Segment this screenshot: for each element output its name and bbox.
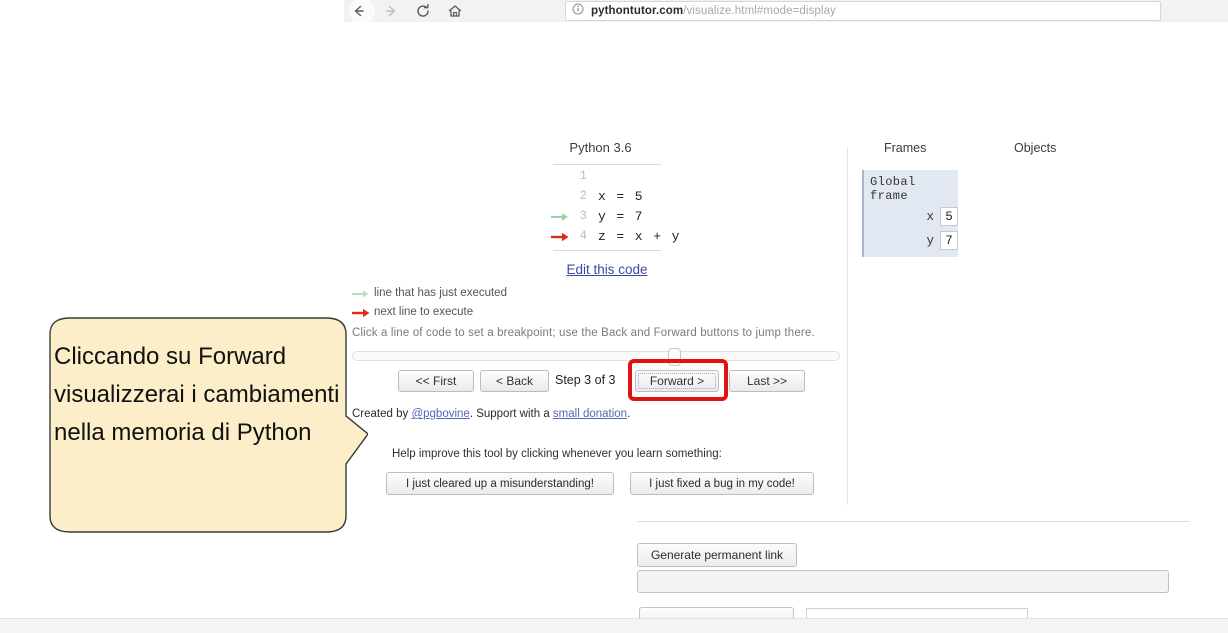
back-button[interactable]: < Back <box>480 370 549 392</box>
home-icon[interactable] <box>444 0 466 22</box>
donation-link[interactable]: small donation <box>553 408 627 420</box>
screenshot-root: pythontutor.com/visualize.html#mode=disp… <box>0 0 1228 633</box>
legend-label-executed: line that has just executed <box>374 287 507 299</box>
step-counter-label: Step 3 of 3 <box>555 373 616 387</box>
step-slider-track[interactable] <box>352 351 840 361</box>
global-frame-title: Global frame <box>870 175 916 203</box>
code-line[interactable]: 1 <box>553 166 763 186</box>
generate-permanent-link-button[interactable]: Generate permanent link <box>637 543 797 567</box>
info-circle-icon[interactable] <box>572 2 584 20</box>
credits-suffix: . <box>627 408 631 420</box>
next-line-arrow-icon <box>551 226 573 246</box>
variable-value: 7 <box>940 231 958 250</box>
just-executed-arrow-icon <box>551 206 573 226</box>
step-slider-handle[interactable] <box>668 348 681 366</box>
last-button[interactable]: Last >> <box>729 370 805 392</box>
forward-arrow-icon <box>380 0 402 22</box>
reload-icon[interactable] <box>412 0 434 22</box>
credits-line: Created by @pgbovine. Support with a sma… <box>352 408 630 420</box>
execution-legend: line that has just executed next line to… <box>352 285 507 323</box>
code-line[interactable]: 4 z = x + y <box>551 226 763 246</box>
credits-middle: . Support with a <box>469 408 553 420</box>
legend-row-next: next line to execute <box>352 304 507 320</box>
frames-header: Frames <box>884 141 927 155</box>
first-button[interactable]: << First <box>398 370 474 392</box>
browser-toolbar: pythontutor.com/visualize.html#mode=disp… <box>344 0 1228 24</box>
variable-row: y 7 <box>864 230 958 251</box>
line-marker-none <box>553 186 573 206</box>
line-marker-none <box>553 166 573 186</box>
address-bar[interactable]: pythontutor.com/visualize.html#mode=disp… <box>565 1 1161 21</box>
browser-nav-icons <box>348 0 466 24</box>
line-code: z = x + y <box>598 228 681 244</box>
variable-value: 5 <box>940 207 958 226</box>
variable-row: x 5 <box>864 206 958 227</box>
line-number: 3 <box>579 209 587 223</box>
line-code: x = 5 <box>598 188 645 204</box>
permanent-link-input[interactable] <box>637 570 1169 593</box>
feedback-button-misunderstanding[interactable]: I just cleared up a misunderstanding! <box>386 472 614 495</box>
url-domain: pythontutor.com <box>591 5 684 17</box>
objects-header: Objects <box>1014 141 1057 155</box>
just-executed-arrow-icon <box>352 286 374 300</box>
permalink-divider <box>637 521 1189 522</box>
line-number: 1 <box>579 169 587 183</box>
global-frame-box: Global frame x 5 y 7 <box>862 170 958 257</box>
back-arrow-icon[interactable] <box>348 0 375 24</box>
code-line[interactable]: 3 y = 7 <box>551 206 763 226</box>
feedback-button-bugfix[interactable]: I just fixed a bug in my code! <box>630 472 814 495</box>
variable-name: x <box>926 209 934 224</box>
step-controls: << First < Back Step 3 of 3 Forward > La… <box>352 370 842 394</box>
forward-button-label: Forward > <box>649 374 705 388</box>
legend-label-next: next line to execute <box>374 306 474 318</box>
url-path: /visualize.html#mode=display <box>683 5 836 17</box>
author-link[interactable]: @pgbovine <box>411 408 469 420</box>
edit-this-code-link[interactable]: Edit this code <box>553 262 661 277</box>
address-bar-text: pythontutor.com/visualize.html#mode=disp… <box>591 5 836 17</box>
breakpoint-hint: Click a line of code to set a breakpoint… <box>352 327 815 339</box>
feedback-prompt: Help improve this tool by clicking whene… <box>392 448 722 460</box>
code-bottom-rule <box>553 250 661 251</box>
variable-name: y <box>926 233 934 248</box>
code-display: 1 2 x = 5 3 y = 7 4 z = x + y <box>551 166 763 246</box>
python-version-label: Python 3.6 <box>569 140 632 155</box>
callout-text: Cliccando su Forward visualizzerai i cam… <box>54 343 340 446</box>
page-bottom-strip <box>0 618 1228 633</box>
callout-bubble: Cliccando su Forward visualizzerai i cam… <box>28 316 368 541</box>
forward-button[interactable]: Forward > <box>635 370 719 392</box>
legend-row-executed: line that has just executed <box>352 285 507 301</box>
code-top-rule <box>553 164 661 165</box>
line-code: y = 7 <box>598 208 645 224</box>
panel-divider <box>847 148 848 505</box>
line-number: 2 <box>579 189 587 203</box>
code-line[interactable]: 2 x = 5 <box>553 186 763 206</box>
line-number: 4 <box>579 229 587 243</box>
